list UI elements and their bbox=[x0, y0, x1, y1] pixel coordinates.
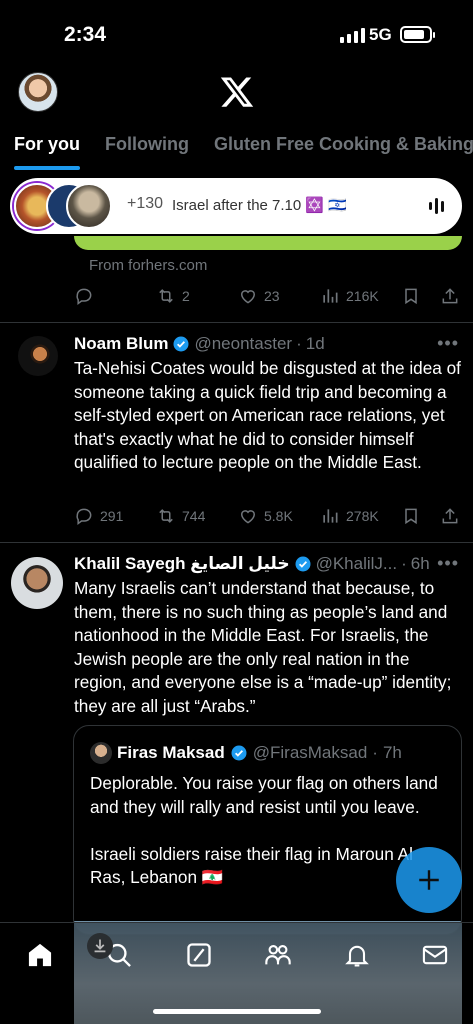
verified-badge-icon bbox=[173, 336, 189, 352]
share-icon bbox=[442, 288, 458, 304]
space-title: Israel after the 7.10 ✡️ 🇮🇱 bbox=[172, 197, 347, 214]
share-button[interactable] bbox=[440, 506, 460, 526]
battery-icon bbox=[400, 26, 435, 43]
tweet-timestamp[interactable]: 6h bbox=[411, 554, 430, 574]
status-bar: 2:34 5G bbox=[0, 0, 473, 66]
like-button[interactable]: 5.8K bbox=[238, 506, 293, 526]
like-button[interactable]: 23 bbox=[238, 286, 280, 306]
quoted-timestamp: 7h bbox=[382, 743, 402, 762]
messages-envelope-icon[interactable] bbox=[421, 941, 449, 969]
heart-icon bbox=[240, 510, 256, 524]
quoted-author-avatar bbox=[90, 742, 112, 764]
link-card-image[interactable] bbox=[74, 236, 462, 250]
notifications-bell-icon[interactable] bbox=[343, 941, 371, 969]
quoted-author-name: Firas Maksad bbox=[117, 743, 225, 762]
tweet-actions: 2 23 216K bbox=[74, 284, 464, 308]
network-label: 5G bbox=[369, 25, 392, 44]
communities-icon[interactable] bbox=[264, 941, 292, 969]
quoted-tweet[interactable]: Firas Maksad @FirasMaksad · 7h Deplorabl… bbox=[73, 725, 462, 935]
divider bbox=[0, 542, 473, 543]
x-logo-icon bbox=[220, 77, 254, 107]
home-indicator bbox=[153, 1009, 321, 1014]
share-icon bbox=[442, 508, 458, 524]
live-space-bar[interactable]: +130 Israel after the 7.10 ✡️ 🇮🇱 bbox=[10, 178, 462, 234]
tweet-text: Ta-Nehisi Coates would be disgusted at t… bbox=[74, 358, 461, 472]
quoted-text-paragraph: Deplorable. You raise your flag on other… bbox=[90, 773, 438, 817]
tweet-header: Noam Blum @neontaster · 1d bbox=[74, 334, 325, 354]
heart-icon bbox=[240, 290, 256, 304]
views-button[interactable]: 278K bbox=[320, 506, 379, 526]
bookmark-button[interactable] bbox=[401, 286, 421, 306]
tweet-author-handle[interactable]: @KhalilJ... bbox=[316, 554, 398, 574]
share-button[interactable] bbox=[440, 286, 460, 306]
views-icon bbox=[323, 509, 338, 523]
views-count: 216K bbox=[346, 288, 379, 304]
verified-badge-icon bbox=[295, 556, 311, 572]
space-speaker-avatar bbox=[66, 183, 112, 229]
reply-button[interactable] bbox=[74, 286, 94, 306]
more-options-icon[interactable]: ••• bbox=[437, 553, 459, 574]
retweet-count: 744 bbox=[182, 508, 206, 524]
link-source[interactable]: From forhers.com bbox=[89, 257, 207, 274]
compose-button[interactable] bbox=[396, 847, 462, 913]
bookmark-button[interactable] bbox=[401, 506, 421, 526]
views-button[interactable]: 216K bbox=[320, 286, 379, 306]
retweet-count: 2 bbox=[182, 288, 190, 304]
tweet-author-name[interactable]: Khalil Sayegh خليل الصايغ bbox=[74, 554, 290, 574]
tweet-actions: 291 744 5.8K 278K bbox=[74, 504, 464, 528]
retweet-icon bbox=[159, 289, 173, 303]
tab-gluten-free-cooking[interactable]: Gluten Free Cooking & Baking bbox=[214, 130, 473, 170]
tweet-author-avatar[interactable] bbox=[11, 557, 63, 609]
tweet-header: Khalil Sayegh خليل الصايغ @KhalilJ... · … bbox=[74, 554, 430, 574]
reply-icon bbox=[76, 508, 92, 525]
more-options-icon[interactable]: ••• bbox=[437, 333, 459, 354]
tweet-author-avatar[interactable] bbox=[18, 336, 58, 376]
bookmark-icon bbox=[405, 508, 417, 525]
divider bbox=[0, 322, 473, 323]
bookmark-icon bbox=[405, 288, 417, 305]
tweet-author-handle[interactable]: @neontaster bbox=[194, 334, 292, 354]
space-listener-count: +130 bbox=[127, 195, 164, 212]
reply-button[interactable]: 291 bbox=[74, 506, 123, 526]
views-count: 278K bbox=[346, 508, 379, 524]
quoted-tweet-text: Deplorable. You raise your flag on other… bbox=[90, 772, 440, 890]
quoted-tweet-header: Firas Maksad @FirasMaksad · 7h bbox=[90, 742, 402, 764]
status-time: 2:34 bbox=[64, 23, 107, 46]
retweet-button[interactable]: 744 bbox=[156, 506, 205, 526]
tweet-timestamp[interactable]: 1d bbox=[306, 334, 325, 354]
signal-icon bbox=[340, 27, 365, 43]
tweet-text: Many Israelis can’t understand that beca… bbox=[74, 578, 452, 716]
like-count: 5.8K bbox=[264, 508, 293, 524]
retweet-button[interactable]: 2 bbox=[156, 286, 190, 306]
retweet-icon bbox=[159, 509, 173, 523]
quoted-author-handle: @FirasMaksad bbox=[252, 743, 368, 762]
download-icon[interactable] bbox=[87, 933, 113, 959]
tab-for-you[interactable]: For you bbox=[14, 130, 80, 170]
plus-icon bbox=[419, 870, 439, 890]
home-icon[interactable] bbox=[26, 941, 54, 969]
reply-count: 291 bbox=[100, 508, 124, 524]
quoted-text-paragraph: Israeli soldiers raise their flag in Mar… bbox=[90, 843, 413, 888]
reply-icon bbox=[76, 288, 92, 305]
profile-avatar[interactable] bbox=[18, 72, 58, 112]
timeline-tabs: For you Following Gluten Free Cooking & … bbox=[0, 130, 473, 170]
audio-wave-icon bbox=[429, 198, 444, 214]
tab-following[interactable]: Following bbox=[105, 130, 189, 170]
views-icon bbox=[323, 289, 338, 303]
grok-icon[interactable] bbox=[185, 941, 213, 969]
verified-badge-icon bbox=[231, 745, 247, 761]
like-count: 23 bbox=[264, 288, 280, 304]
tweet-author-name[interactable]: Noam Blum bbox=[74, 334, 168, 354]
